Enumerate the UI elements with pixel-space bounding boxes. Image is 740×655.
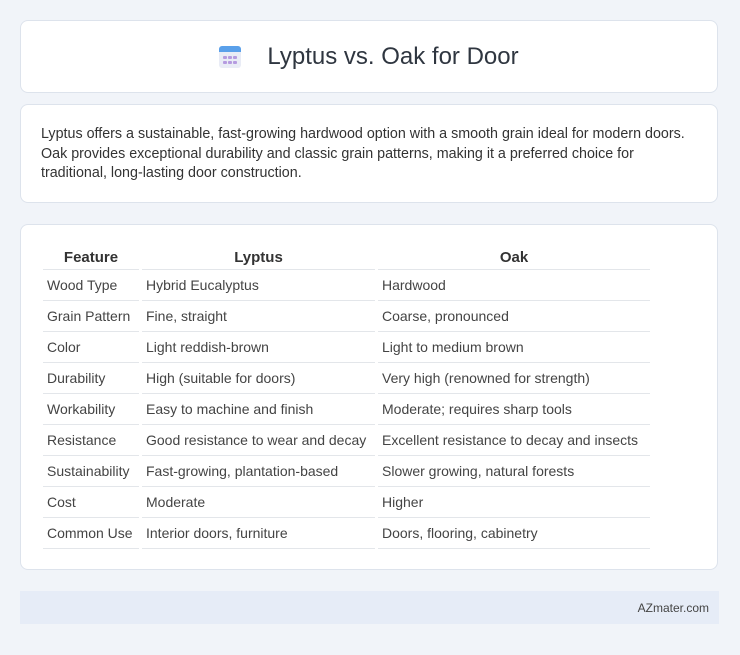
lyptus-cell: Fine, straight xyxy=(142,301,375,332)
feature-cell: Workability xyxy=(43,394,139,425)
oak-cell: Light to medium brown xyxy=(378,332,650,363)
lyptus-cell: Easy to machine and finish xyxy=(142,394,375,425)
column-header-oak: Oak xyxy=(378,246,650,270)
lyptus-cell: Moderate xyxy=(142,487,375,518)
table-row: Common Use Interior doors, furniture Doo… xyxy=(43,518,650,549)
intro-text: Lyptus offers a sustainable, fast-growin… xyxy=(41,126,685,181)
footer-site-name: AZmater.com xyxy=(637,600,709,615)
oak-cell: Excellent resistance to decay and insect… xyxy=(378,425,650,456)
oak-cell: Higher xyxy=(378,487,650,518)
lyptus-cell: High (suitable for doors) xyxy=(142,363,375,394)
page-title: Lyptus vs. Oak for Door xyxy=(267,42,519,70)
lyptus-cell: Light reddish-brown xyxy=(142,332,375,363)
footer: AZmater.com xyxy=(20,591,719,624)
feature-cell: Wood Type xyxy=(43,270,139,301)
feature-cell: Color xyxy=(43,332,139,363)
lyptus-cell: Hybrid Eucalyptus xyxy=(142,270,375,301)
table-row: Color Light reddish-brown Light to mediu… xyxy=(43,332,650,363)
oak-cell: Slower growing, natural forests xyxy=(378,456,650,487)
table-row: Cost Moderate Higher xyxy=(43,487,650,518)
oak-cell: Moderate; requires sharp tools xyxy=(378,394,650,425)
comparison-card: Feature Lyptus Oak Wood Type Hybrid Euca… xyxy=(20,224,718,570)
feature-cell: Resistance xyxy=(43,425,139,456)
table-row: Grain Pattern Fine, straight Coarse, pro… xyxy=(43,301,650,332)
intro-card: Lyptus offers a sustainable, fast-growin… xyxy=(20,104,718,203)
oak-cell: Hardwood xyxy=(378,270,650,301)
feature-cell: Durability xyxy=(43,363,139,394)
comparison-table: Feature Lyptus Oak Wood Type Hybrid Euca… xyxy=(40,246,653,549)
table-row: Durability High (suitable for doors) Ver… xyxy=(43,363,650,394)
oak-cell: Very high (renowned for strength) xyxy=(378,363,650,394)
oak-cell: Doors, flooring, cabinetry xyxy=(378,518,650,549)
column-header-feature: Feature xyxy=(43,246,139,270)
feature-cell: Cost xyxy=(43,487,139,518)
lyptus-cell: Good resistance to wear and decay xyxy=(142,425,375,456)
table-row: Workability Easy to machine and finish M… xyxy=(43,394,650,425)
feature-cell: Common Use xyxy=(43,518,139,549)
feature-cell: Grain Pattern xyxy=(43,301,139,332)
table-row: Resistance Good resistance to wear and d… xyxy=(43,425,650,456)
lyptus-cell: Fast-growing, plantation-based xyxy=(142,456,375,487)
lyptus-cell: Interior doors, furniture xyxy=(142,518,375,549)
table-header-row: Feature Lyptus Oak xyxy=(43,246,650,270)
calendar-icon xyxy=(219,45,242,68)
table-row: Wood Type Hybrid Eucalyptus Hardwood xyxy=(43,270,650,301)
oak-cell: Coarse, pronounced xyxy=(378,301,650,332)
title-card: Lyptus vs. Oak for Door xyxy=(20,20,718,93)
column-header-lyptus: Lyptus xyxy=(142,246,375,270)
feature-cell: Sustainability xyxy=(43,456,139,487)
table-row: Sustainability Fast-growing, plantation-… xyxy=(43,456,650,487)
